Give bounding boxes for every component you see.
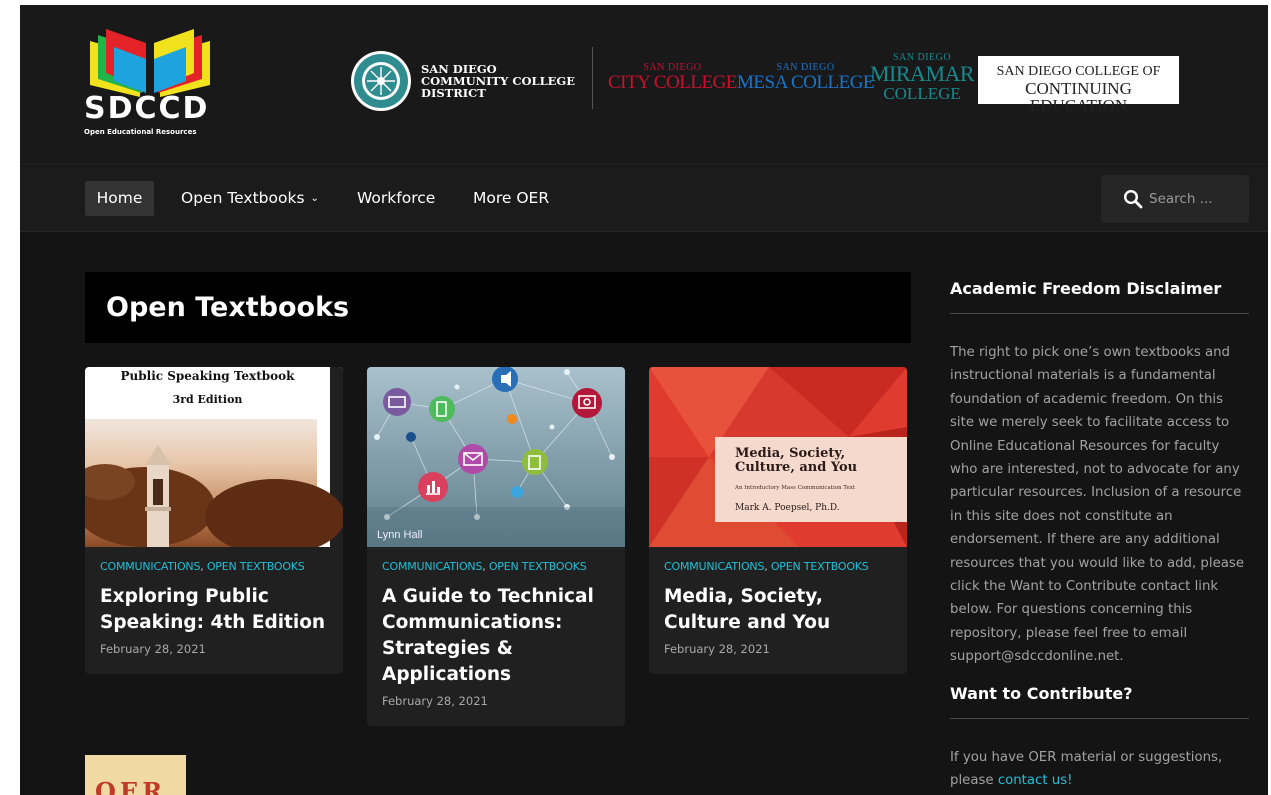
post-date: February 28, 2021	[664, 642, 770, 656]
widget-title-disclaimer: Academic Freedom Disclaimer	[950, 279, 1222, 298]
widget-divider	[950, 313, 1249, 314]
cover-author: Lynn Hall	[377, 529, 423, 541]
site-header: SDCCD Open Educational Resources SAN DIE…	[20, 5, 1268, 165]
logo-subtitle: Open Educational Resources	[84, 128, 197, 136]
cover-title: Media, Society, Culture, and You	[735, 446, 858, 475]
contribute-text: If you have OER material or suggestions,…	[950, 746, 1250, 793]
category-link[interactable]: OPEN TEXTBOOKS	[771, 560, 869, 573]
technical-communications-cover-image	[367, 367, 625, 547]
district-logo[interactable]: SAN DIEGO COMMUNITY COLLEGE DISTRICT	[350, 49, 581, 113]
category-link[interactable]: COMMUNICATIONS	[664, 560, 764, 573]
post-date: February 28, 2021	[100, 642, 206, 656]
post-thumbnail[interactable]: Lynn Hall	[367, 367, 625, 547]
cover-edition: 3rd Edition	[172, 393, 243, 406]
search-box[interactable]	[1101, 175, 1249, 223]
sdccd-oer-logo[interactable]: SDCCD Open Educational Resources	[84, 23, 216, 141]
logo-wordmark: SDCCD	[84, 91, 210, 126]
post-title[interactable]: Media, Society, Culture and You	[664, 584, 900, 636]
disclaimer-text: The right to pick one’s own textbooks an…	[950, 345, 1245, 665]
mesa-college-logo[interactable]: SAN DIEGO MESA COLLEGE	[737, 63, 875, 93]
cover-title: Public Speaking Textbook	[120, 369, 295, 383]
continuing-education-line1: SAN DIEGO COLLEGE OF	[996, 64, 1161, 79]
category-link[interactable]: COMMUNICATIONS	[100, 560, 200, 573]
nav-item-workforce[interactable]: Workforce	[357, 181, 435, 216]
district-seal-icon	[351, 51, 411, 111]
post-thumbnail[interactable]: Media, Society, Culture, and You An Intr…	[649, 367, 907, 547]
cover-author: Mark A. Poepsel, Ph.D.	[735, 503, 840, 513]
post-title[interactable]: Exploring Public Speaking: 4th Edition	[100, 584, 336, 636]
post-card[interactable]: Media, Society, Culture, and You An Intr…	[649, 367, 907, 674]
miramar-college-logo[interactable]: SAN DIEGO MIRAMAR COLLEGE	[870, 53, 975, 103]
nav-item-open-textbooks[interactable]: Open Textbooks ⌄	[181, 181, 319, 216]
oer-thumb-text: OER	[95, 777, 167, 795]
category-link[interactable]: OPEN TEXTBOOKS	[489, 560, 587, 573]
post-thumbnail[interactable]: Public Speaking Textbook 3rd Edition	[85, 367, 343, 547]
nav-item-more-oer[interactable]: More OER	[473, 181, 549, 216]
chevron-down-icon: ⌄	[310, 193, 319, 204]
miramar-college-big2: COLLEGE	[883, 84, 961, 103]
page-heading-banner: Open Textbooks	[85, 272, 911, 343]
post-categories: COMMUNICATIONS, OPEN TEXTBOOKS	[382, 560, 587, 573]
post-categories: COMMUNICATIONS, OPEN TEXTBOOKS	[100, 560, 305, 573]
continuing-education-line2: CONTINUING EDUCATION	[1025, 79, 1132, 115]
continuing-education-logo[interactable]: SAN DIEGO COLLEGE OF CONTINUING EDUCATIO…	[978, 56, 1179, 114]
miramar-college-big: MIRAMAR	[870, 61, 975, 86]
cover-subtitle: An Introductory Mass Communication Text	[735, 485, 856, 491]
post-date: February 28, 2021	[382, 694, 488, 708]
city-college-big: CITY COLLEGE	[608, 72, 737, 93]
contribute-text-body: If you have OER material or suggestions,…	[950, 750, 1223, 789]
district-name: SAN DIEGO COMMUNITY COLLEGE DISTRICT	[421, 62, 576, 100]
header-divider	[592, 47, 593, 109]
search-icon[interactable]	[1123, 189, 1143, 209]
nav-item-label: Open Textbooks	[181, 189, 305, 207]
post-card[interactable]: Lynn Hall COMMUNICATIONS, OPEN TEXTBOOKS…	[367, 367, 625, 726]
main-navigation: Home Open Textbooks ⌄ Workforce More OER	[20, 166, 1268, 232]
post-card[interactable]: Public Speaking Textbook 3rd Edition COM…	[85, 367, 343, 674]
contact-us-link[interactable]: contact us!	[998, 773, 1073, 788]
category-link[interactable]: OPEN TEXTBOOKS	[207, 560, 305, 573]
category-link[interactable]: COMMUNICATIONS	[382, 560, 482, 573]
nav-item-home[interactable]: Home	[85, 181, 154, 216]
mesa-college-big: MESA COLLEGE	[737, 72, 875, 93]
search-input[interactable]	[1149, 187, 1241, 211]
post-categories: COMMUNICATIONS, OPEN TEXTBOOKS	[664, 560, 869, 573]
post-title[interactable]: A Guide to Technical Communications: Str…	[382, 584, 618, 688]
city-college-logo[interactable]: SAN DIEGO CITY COLLEGE	[608, 63, 737, 93]
widget-title-contribute: Want to Contribute?	[950, 684, 1133, 703]
post-thumbnail[interactable]: OER	[85, 755, 186, 795]
widget-divider	[950, 718, 1249, 719]
page-title: Open Textbooks	[106, 292, 350, 323]
page: SDCCD Open Educational Resources SAN DIE…	[20, 5, 1268, 795]
